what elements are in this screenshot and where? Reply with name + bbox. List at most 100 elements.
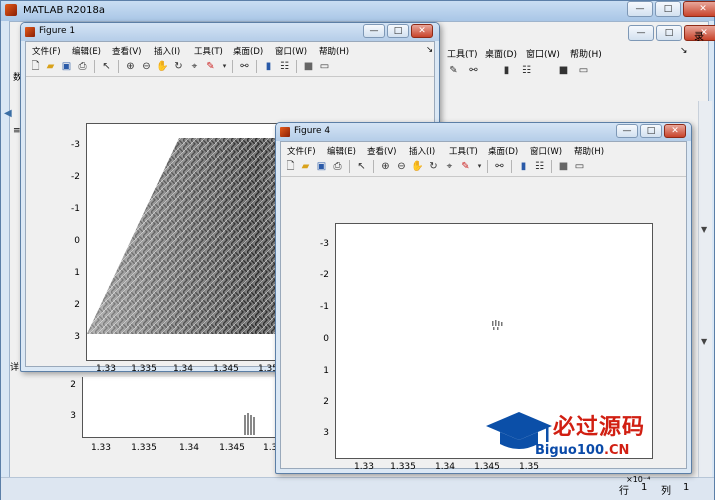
bg-menu-arrow-icon[interactable]: ↘ [680, 46, 688, 56]
rotate-3d-icon[interactable]: ↻ [427, 160, 440, 173]
figure-1-xtick: 1.345 [213, 364, 239, 374]
status-col-label: 列 [661, 486, 671, 497]
bg-hide-tools-icon[interactable]: ■ [557, 64, 570, 77]
insert-colorbar-icon[interactable]: ▮ [262, 60, 275, 73]
menu-file[interactable]: 文件(F) [32, 45, 61, 57]
watermark-brand: Biguo100 [535, 443, 604, 458]
scroll-down-icon[interactable]: ▼ [701, 225, 707, 234]
menu-window[interactable]: 窗口(W) [275, 45, 307, 57]
bg-dock-icon[interactable]: ▭ [577, 64, 590, 77]
figure-1-close-button[interactable]: ✕ [411, 24, 433, 38]
bg-menu-desktop[interactable]: 桌面(D) [485, 47, 517, 60]
figure-1-titlebar[interactable]: Figure 1 — □ ✕ [21, 23, 439, 41]
scroll-down-icon[interactable]: ▼ [701, 337, 707, 346]
hide-plot-tools-icon[interactable]: ■ [557, 160, 570, 173]
bg-insert-colorbar-icon[interactable]: ▮ [500, 64, 513, 77]
menu-view[interactable]: 查看(V) [112, 45, 141, 57]
figure-4-ytick: 3 [323, 428, 329, 438]
menu-help[interactable]: 帮助(H) [574, 145, 604, 157]
data-cursor-icon[interactable]: ⌖ [443, 160, 456, 173]
brush-icon[interactable]: ✎ [459, 160, 472, 173]
menu-desktop[interactable]: 桌面(D) [233, 45, 263, 57]
new-figure-icon[interactable]: 🗋 [29, 60, 42, 73]
link-plot-icon[interactable]: ⚯ [238, 60, 251, 73]
zoom-in-icon[interactable]: ⊕ [124, 60, 137, 73]
toolbar-separator [373, 160, 374, 173]
main-maximize-button[interactable]: □ [655, 1, 681, 17]
zoom-out-icon[interactable]: ⊖ [395, 160, 408, 173]
figure-4-ytick: -3 [320, 239, 329, 249]
back-arrow-icon[interactable]: ◀ [4, 108, 12, 119]
menu-file[interactable]: 文件(F) [287, 145, 316, 157]
print-icon[interactable]: ⎙ [331, 160, 344, 173]
open-file-icon[interactable]: ▰ [44, 60, 57, 73]
watermark-english-text: Biguo100.CN [535, 443, 629, 458]
edit-plot-icon[interactable]: ↖ [100, 60, 113, 73]
toolbar-separator [296, 60, 297, 73]
figure-4-minimize-button[interactable]: — [616, 124, 638, 138]
menu-insert[interactable]: 插入(I) [154, 45, 180, 57]
show-plot-tools-icon[interactable]: ▭ [318, 60, 331, 73]
bg-insert-legend-icon[interactable]: ☷ [520, 64, 533, 77]
link-plot-icon[interactable]: ⚯ [493, 160, 506, 173]
menu-view[interactable]: 查看(V) [367, 145, 396, 157]
pan-icon[interactable]: ✋ [156, 60, 169, 73]
bg-menu-help[interactable]: 帮助(H) [570, 47, 602, 60]
insert-legend-icon[interactable]: ☷ [533, 160, 546, 173]
menu-tools[interactable]: 工具(T) [449, 145, 478, 157]
edit-plot-icon[interactable]: ↖ [355, 160, 368, 173]
watermark-chinese-text: 必过源码 [553, 415, 646, 440]
bg-ytick: 3 [70, 411, 76, 421]
figure-4-maximize-button[interactable]: □ [640, 124, 662, 138]
save-icon[interactable]: ▣ [315, 160, 328, 173]
figure-4-xtick: 1.345 [474, 462, 500, 472]
menu-dock-arrow-icon[interactable]: ↘ [426, 45, 433, 55]
figure-4-close-button[interactable]: ✕ [664, 124, 686, 138]
rotate-3d-icon[interactable]: ↻ [172, 60, 185, 73]
zoom-out-icon[interactable]: ⊖ [140, 60, 153, 73]
figure-4-ytick: 0 [323, 334, 329, 344]
menu-desktop[interactable]: 桌面(D) [488, 145, 518, 157]
main-minimize-button[interactable]: — [627, 1, 653, 17]
brush-icon[interactable]: ✎ [204, 60, 217, 73]
print-icon[interactable]: ⎙ [76, 60, 89, 73]
desktop-maximize-button[interactable]: □ [656, 25, 682, 41]
data-cursor-icon[interactable]: ⌖ [188, 60, 201, 73]
menu-edit[interactable]: 编辑(E) [327, 145, 356, 157]
pan-icon[interactable]: ✋ [411, 160, 424, 173]
figure-4-xtick: 1.335 [390, 462, 416, 472]
zoom-in-icon[interactable]: ⊕ [379, 160, 392, 173]
menu-insert[interactable]: 插入(I) [409, 145, 435, 157]
hide-plot-tools-icon[interactable]: ■ [302, 60, 315, 73]
bg-xtick: 1.33 [90, 443, 112, 453]
figure-1-minimize-button[interactable]: — [363, 24, 385, 38]
menu-window[interactable]: 窗口(W) [530, 145, 562, 157]
bg-xtick: 1.345 [219, 443, 245, 453]
insert-colorbar-icon[interactable]: ▮ [517, 160, 530, 173]
status-row-label: 行 [619, 486, 629, 497]
bg-menu-tools[interactable]: 工具(T) [447, 47, 478, 60]
figure-1-maximize-button[interactable]: □ [387, 24, 409, 38]
background-figure-menubar: 工具(T) 桌面(D) 窗口(W) 帮助(H) ↘ [422, 44, 692, 60]
figure-4-xtick: 1.33 [353, 462, 375, 472]
bg-link-icon[interactable]: ⚯ [467, 64, 480, 77]
menu-edit[interactable]: 编辑(E) [72, 45, 101, 57]
menu-tools[interactable]: 工具(T) [194, 45, 223, 57]
bg-xtick: 1.335 [131, 443, 157, 453]
background-axes [82, 377, 294, 438]
brush-dropdown-icon[interactable]: ▾ [473, 160, 486, 173]
save-icon[interactable]: ▣ [60, 60, 73, 73]
matlab-figure-icon [25, 27, 35, 37]
figure-4-titlebar[interactable]: Figure 4 — □ ✕ [276, 123, 691, 141]
main-close-button[interactable]: ✕ [683, 1, 715, 17]
show-plot-tools-icon[interactable]: ▭ [573, 160, 586, 173]
bg-brush-icon[interactable]: ✎ [447, 64, 460, 77]
insert-legend-icon[interactable]: ☷ [278, 60, 291, 73]
new-figure-icon[interactable]: 🗋 [284, 160, 297, 173]
open-file-icon[interactable]: ▰ [299, 160, 312, 173]
desktop-minimize-button[interactable]: — [628, 25, 654, 41]
vertical-scrollbar[interactable]: ▼ ▼ [698, 101, 712, 477]
brush-dropdown-icon[interactable]: ▾ [218, 60, 231, 73]
bg-menu-window[interactable]: 窗口(W) [526, 47, 560, 60]
menu-help[interactable]: 帮助(H) [319, 45, 349, 57]
